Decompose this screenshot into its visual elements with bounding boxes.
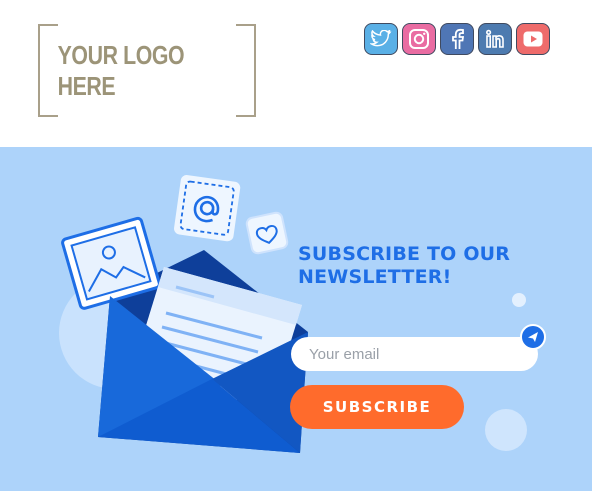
heart-icon [245,211,289,255]
headline-line-2: NEWSLETTER! [298,266,452,288]
logo-right-bracket [236,24,256,117]
background-dot [485,409,527,451]
at-sign-icon [174,175,241,242]
logo-text: YOUR LOGO HERE [57,39,185,101]
newsletter-headline: SUBSCRIBE TO OUR NEWSLETTER! [298,243,558,289]
background-small-dot [512,293,526,307]
subscribe-button[interactable]: SUBSCRIBE [290,385,464,429]
newsletter-illustration [59,175,527,453]
logo[interactable]: YOUR LOGO HERE [38,24,256,117]
email-field[interactable] [291,337,538,371]
facebook-icon[interactable] [440,23,474,55]
social-links [364,23,550,55]
linkedin-icon[interactable] [478,23,512,55]
newsletter-banner: SUBSCRIBE TO OUR NEWSLETTER! SUBSCRIBE [0,147,592,491]
send-icon[interactable] [520,324,546,350]
header: YOUR LOGO HERE [0,0,592,147]
email-field-wrapper [291,337,538,371]
instagram-icon[interactable] [402,23,436,55]
headline-line-1: SUBSCRIBE TO OUR [298,243,511,265]
logo-left-bracket [38,24,58,117]
youtube-icon[interactable] [516,23,550,55]
twitter-icon[interactable] [364,23,398,55]
